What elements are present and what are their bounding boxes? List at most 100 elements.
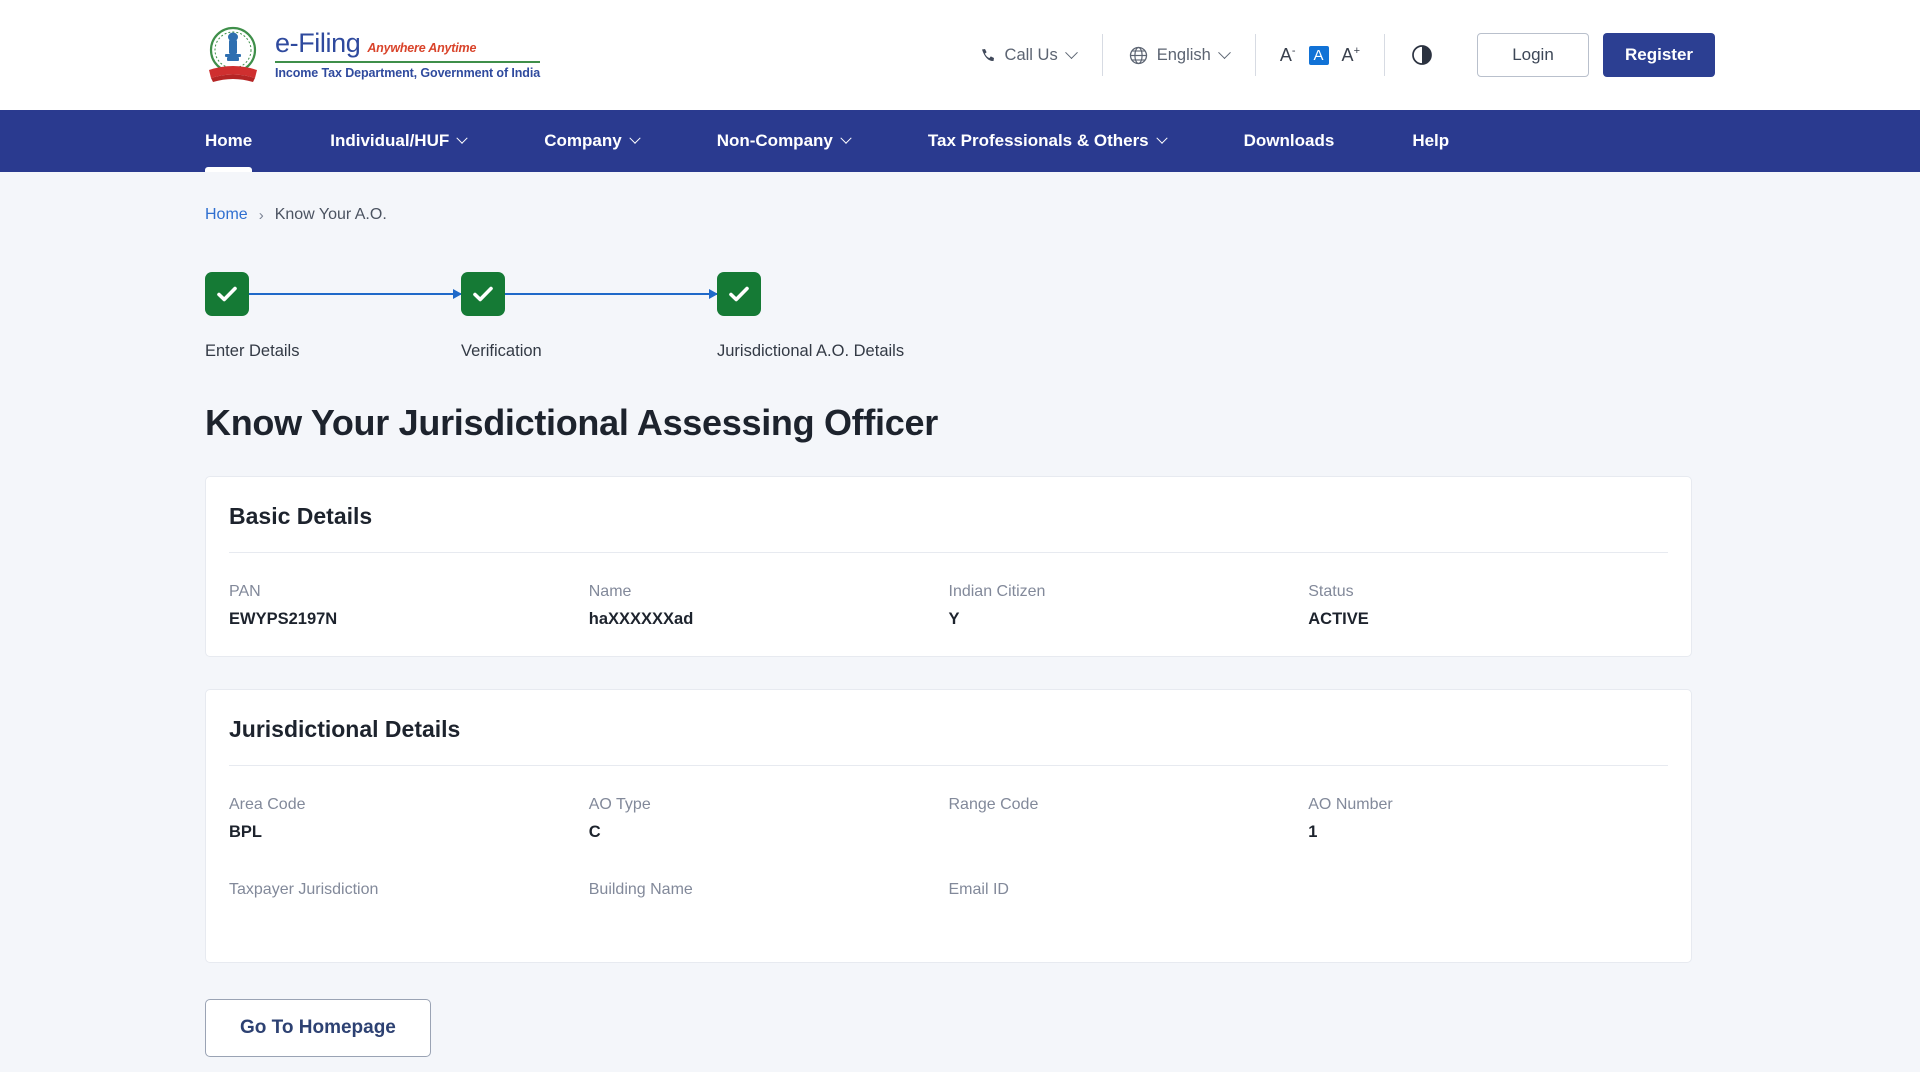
contrast-toggle-icon	[1411, 44, 1433, 66]
header-utility-bar: Call Us English	[953, 0, 1715, 110]
field-indian-citizen: Indian Citizen Y	[949, 583, 1309, 630]
phone-icon	[979, 47, 996, 64]
field-label: Building Name	[589, 881, 949, 899]
progress-stepper: Enter Details Verification Juris	[205, 272, 1715, 380]
chevron-down-icon	[1065, 46, 1078, 59]
check-icon	[726, 281, 752, 307]
field-area-code: Area Code BPL	[229, 796, 589, 843]
field-status: Status ACTIVE	[1308, 583, 1668, 630]
breadcrumb: Home › Know Your A.O.	[205, 172, 1715, 224]
nav-item-individual-huf[interactable]: Individual/HUF	[330, 110, 466, 172]
step-status-complete	[717, 272, 761, 316]
field-label: AO Type	[589, 796, 949, 814]
field-value: 1	[1308, 823, 1668, 843]
field-label: Area Code	[229, 796, 589, 814]
stepper-label: Enter Details	[205, 342, 299, 361]
step-status-complete	[461, 272, 505, 316]
basic-details-fields: PAN EWYPS2197N Name haXXXXXXad Indian Ci…	[229, 553, 1668, 656]
font-size-increase-button[interactable]: A+	[1342, 46, 1360, 64]
stepper-step-jurisdictional-ao-details[interactable]: Jurisdictional A.O. Details	[717, 272, 904, 361]
field-building-name: Building Name	[589, 881, 949, 928]
field-label: Taxpayer Jurisdiction	[229, 881, 589, 899]
jurisdictional-fields-row-2: Taxpayer Jurisdiction Building Name Emai…	[229, 869, 1668, 962]
chevron-down-icon	[1156, 133, 1167, 144]
card-title: Basic Details	[229, 477, 1668, 553]
breadcrumb-current: Know Your A.O.	[275, 206, 387, 224]
stepper-step-verification[interactable]: Verification	[461, 272, 542, 361]
nav-label: Non-Company	[717, 131, 833, 151]
card-title: Jurisdictional Details	[229, 690, 1668, 766]
india-national-emblem-icon	[205, 24, 261, 86]
font-size-decrease-button[interactable]: A-	[1280, 46, 1296, 64]
font-size-normal-button[interactable]: A	[1309, 46, 1329, 65]
nav-item-downloads[interactable]: Downloads	[1244, 110, 1335, 172]
language-selector[interactable]: English	[1103, 35, 1255, 75]
site-header: e-Filing Anywhere Anytime Income Tax Dep…	[0, 0, 1920, 110]
jurisdictional-details-card: Jurisdictional Details Area Code BPL AO …	[205, 689, 1692, 963]
page-actions: Go To Homepage	[205, 999, 1715, 1072]
nav-label: Individual/HUF	[330, 131, 449, 151]
field-label: AO Number	[1308, 796, 1668, 814]
brand-name: e-Filing	[275, 30, 360, 57]
nav-item-non-company[interactable]: Non-Company	[717, 110, 850, 172]
field-pan: PAN EWYPS2197N	[229, 583, 589, 630]
nav-label: Company	[544, 131, 621, 151]
nav-label: Tax Professionals & Others	[928, 131, 1149, 151]
breadcrumb-home-link[interactable]: Home	[205, 206, 248, 224]
page-content: Home › Know Your A.O. Enter Details	[0, 172, 1920, 1072]
nav-item-company[interactable]: Company	[544, 110, 638, 172]
nav-label: Home	[205, 131, 252, 151]
page-title: Know Your Jurisdictional Assessing Offic…	[205, 402, 1715, 444]
call-us-menu[interactable]: Call Us	[953, 35, 1102, 75]
nav-item-help[interactable]: Help	[1412, 110, 1449, 172]
field-label: PAN	[229, 583, 589, 601]
field-empty	[1308, 881, 1668, 928]
step-status-complete	[205, 272, 249, 316]
field-value	[1308, 890, 1668, 910]
field-ao-number: AO Number 1	[1308, 796, 1668, 843]
chevron-down-icon	[629, 133, 640, 144]
check-icon	[214, 281, 240, 307]
chevron-down-icon	[457, 133, 468, 144]
field-label: Email ID	[949, 881, 1309, 899]
field-ao-type: AO Type C	[589, 796, 949, 843]
chevron-down-icon	[840, 133, 851, 144]
globe-icon	[1129, 46, 1148, 65]
field-value	[229, 908, 589, 928]
chevron-down-icon	[1218, 46, 1231, 59]
nav-label: Help	[1412, 131, 1449, 151]
go-to-homepage-button[interactable]: Go To Homepage	[205, 999, 431, 1057]
field-label: Range Code	[949, 796, 1309, 814]
basic-details-card: Basic Details PAN EWYPS2197N Name haXXXX…	[205, 476, 1692, 657]
field-value: Y	[949, 610, 1309, 630]
call-us-label: Call Us	[1005, 46, 1058, 65]
brand-department: Income Tax Department, Government of Ind…	[275, 67, 540, 80]
field-value: ACTIVE	[1308, 610, 1668, 630]
nav-item-tax-professionals-others[interactable]: Tax Professionals & Others	[928, 110, 1166, 172]
contrast-toggle-button[interactable]	[1385, 44, 1459, 66]
breadcrumb-separator-icon: ›	[259, 207, 264, 224]
field-taxpayer-jurisdiction: Taxpayer Jurisdiction	[229, 881, 589, 928]
field-value	[949, 908, 1309, 928]
field-label: Status	[1308, 583, 1668, 601]
field-range-code: Range Code	[949, 796, 1309, 843]
nav-label: Downloads	[1244, 131, 1335, 151]
field-value: BPL	[229, 823, 589, 843]
login-button[interactable]: Login	[1477, 33, 1589, 77]
field-label: Name	[589, 583, 949, 601]
stepper-label: Jurisdictional A.O. Details	[717, 342, 904, 361]
brand-logo[interactable]: e-Filing Anywhere Anytime Income Tax Dep…	[205, 24, 540, 86]
field-value	[949, 823, 1309, 843]
field-name: Name haXXXXXXad	[589, 583, 949, 630]
field-value	[589, 908, 949, 928]
field-value: EWYPS2197N	[229, 610, 589, 630]
language-label: English	[1157, 46, 1211, 65]
field-label: Indian Citizen	[949, 583, 1309, 601]
nav-item-home[interactable]: Home	[205, 110, 252, 172]
check-icon	[470, 281, 496, 307]
field-value: haXXXXXXad	[589, 610, 949, 630]
stepper-step-enter-details[interactable]: Enter Details	[205, 272, 299, 361]
register-button[interactable]: Register	[1603, 33, 1715, 77]
brand-divider	[275, 61, 540, 63]
font-size-controls: A- A A+	[1256, 46, 1384, 65]
